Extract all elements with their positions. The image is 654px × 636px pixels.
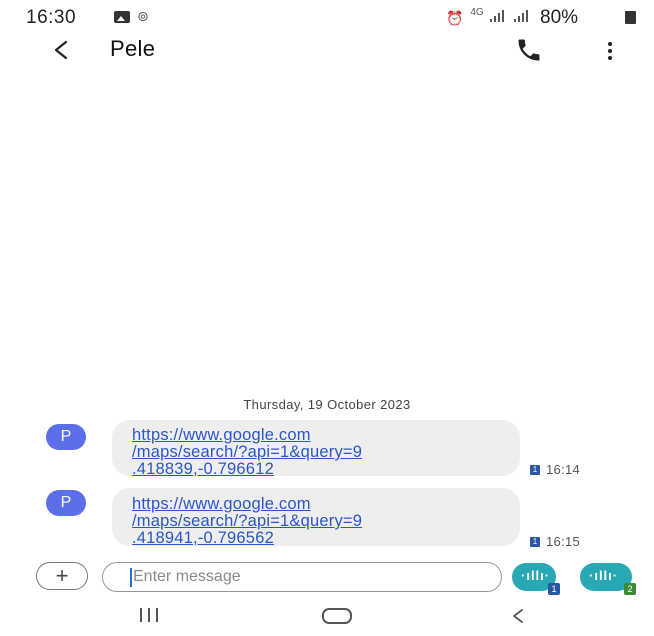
contact-name: Pele <box>110 36 156 61</box>
back-button[interactable] <box>48 36 78 64</box>
attach-button[interactable]: + <box>36 562 88 590</box>
nfc-icon: ⊚ <box>137 8 149 24</box>
voice-wave-icon: ·ıllı· <box>589 568 619 583</box>
message-link-line[interactable]: /maps/search/?api=1&query=9 <box>132 444 362 461</box>
voice-wave-icon: ·ıllı· <box>521 568 551 583</box>
phone-icon <box>518 39 540 61</box>
status-time: 16:30 <box>26 7 77 28</box>
mobile-data-label: 4G <box>470 7 484 18</box>
sim2-badge: 2 <box>624 583 636 595</box>
message-time: 16:15 <box>546 534 581 549</box>
message-time: 16:14 <box>546 462 581 477</box>
message-input[interactable] <box>102 562 502 592</box>
message-link-line[interactable]: https://www.google.com <box>132 427 311 444</box>
more-options-button[interactable] <box>600 38 620 64</box>
back-arrow-icon <box>54 40 68 60</box>
battery-icon <box>625 11 636 24</box>
contact-avatar[interactable]: P <box>46 490 86 516</box>
send-sim2-button[interactable]: ·ıllı· 2 <box>580 563 636 595</box>
contact-avatar[interactable]: P <box>46 424 86 450</box>
date-divider: Thursday, 19 October 2023 <box>243 397 411 412</box>
home-button[interactable] <box>322 608 352 624</box>
sim1-badge: 1 <box>548 583 560 595</box>
send-sim1-button[interactable]: ·ıllı· 1 <box>512 563 560 595</box>
message-link-line[interactable]: https://www.google.com <box>132 496 311 513</box>
recent-apps-icon <box>140 608 142 622</box>
message-bubble[interactable]: https://www.google.com /maps/search/?api… <box>112 488 520 547</box>
text-cursor <box>130 568 132 587</box>
message-link-line[interactable]: /maps/search/?api=1&query=9 <box>132 513 362 530</box>
plus-icon: + <box>55 563 69 588</box>
mobile-data-icon: 4G <box>470 7 484 18</box>
signal-sim1-icon <box>490 10 506 22</box>
sim-indicator: 1 <box>530 537 540 547</box>
sim-indicator: 1 <box>530 465 540 475</box>
nav-back-icon <box>513 609 523 623</box>
alarm-icon: ⏰ <box>446 10 464 26</box>
message-bubble[interactable]: https://www.google.com /maps/search/?api… <box>112 420 520 478</box>
battery-percentage: 80% <box>540 7 579 28</box>
message-link-line[interactable]: .418839,-0.796612 <box>132 461 274 478</box>
call-button[interactable] <box>514 36 544 64</box>
status-bar: 16:30 ⊚ ⏰ 4G 80% <box>0 0 654 34</box>
more-vertical-icon <box>608 42 612 46</box>
signal-sim2-icon <box>514 10 530 22</box>
gallery-notification-icon <box>114 11 130 23</box>
nav-back-button[interactable] <box>506 604 530 628</box>
recent-apps-button[interactable] <box>136 606 166 626</box>
message-link-line[interactable]: .418941,-0.796562 <box>132 530 274 547</box>
